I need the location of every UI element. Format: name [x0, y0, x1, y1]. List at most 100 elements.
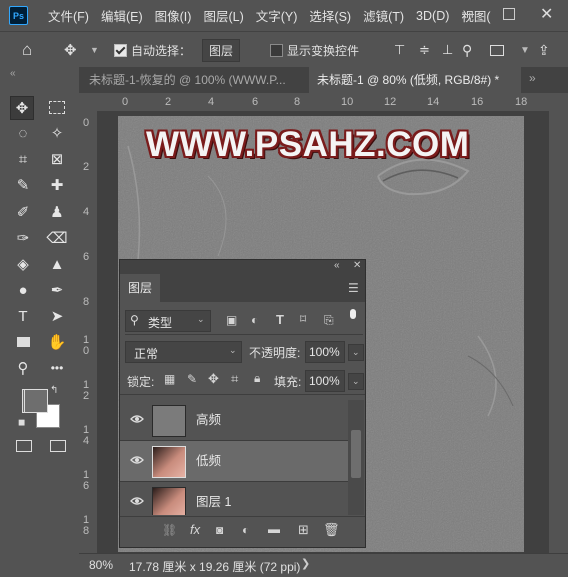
lock-position-icon[interactable]: ✥ [208, 371, 219, 387]
layer-list-scrollbar[interactable] [348, 400, 364, 515]
menu-image[interactable]: 图像(I) [155, 6, 192, 25]
filter-pixel-icon[interactable]: ▣ [226, 313, 237, 327]
frame-tool-icon[interactable]: ⊠ [46, 148, 68, 170]
add-mask-icon[interactable]: ◙ [216, 523, 223, 537]
checkbox-unchecked-icon[interactable] [270, 43, 283, 57]
healing-brush-icon[interactable]: ✚ [46, 174, 68, 196]
dodge-tool-icon[interactable]: ● [12, 279, 34, 301]
tabs-overflow-icon[interactable]: » [529, 71, 536, 85]
blur-tool-icon[interactable]: ▲ [46, 253, 68, 275]
layer-name: 低频 [196, 454, 222, 468]
tab-recovered[interactable]: 未标题-1-恢复的 @ 100% (WWW.P... [81, 67, 309, 93]
close-icon[interactable]: ✕ [540, 4, 553, 24]
screen-mode-icon[interactable] [50, 440, 66, 452]
filter-type-icon[interactable]: T [276, 312, 284, 327]
zoom-tool-icon[interactable]: ⚲ [12, 357, 34, 379]
collapse-panel-icon[interactable]: « [334, 260, 340, 271]
stamp-tool-icon[interactable]: ♟ [46, 201, 68, 223]
filter-toggle-icon[interactable] [350, 309, 356, 319]
lasso-tool-icon[interactable]: ◌ [12, 122, 34, 144]
auto-select-dropdown[interactable]: 图层 [202, 38, 241, 62]
magic-wand-icon[interactable]: ✧ [46, 122, 68, 144]
more-tools-icon[interactable]: ••• [46, 357, 68, 379]
eye-icon[interactable] [130, 455, 144, 465]
status-chevron-icon[interactable]: ❯ [301, 557, 310, 570]
layer-row-low-freq[interactable]: 低频 [120, 441, 348, 482]
lock-all-icon[interactable]: 🔒︎ [254, 371, 260, 386]
eyedropper-icon[interactable]: ✎ [12, 174, 34, 196]
layer-filter-dropdown[interactable]: ⚲ 类型 ⌄ [125, 310, 211, 332]
brush-tool-icon[interactable]: ✐ [12, 201, 34, 223]
marquee-tool-icon[interactable] [46, 96, 68, 118]
blend-mode-dropdown[interactable]: 正常 ⌄ [125, 341, 242, 363]
filter-shape-icon[interactable]: ⌑ [300, 312, 306, 326]
type-tool-icon[interactable]: T [12, 305, 34, 327]
path-select-icon[interactable]: ➤ [46, 305, 68, 327]
search-icon: ⚲ [130, 313, 139, 327]
home-icon[interactable]: ⌂ [22, 32, 32, 68]
opacity-input[interactable]: 100% [305, 341, 345, 363]
search-icon[interactable]: ⚲ [462, 32, 472, 68]
document-size[interactable]: 17.78 厘米 x 19.26 厘米 (72 ppi) [129, 558, 300, 575]
panel-menu-icon[interactable]: ☰ [348, 281, 359, 295]
zoom-level[interactable]: 80% [89, 558, 113, 572]
tab-layers[interactable]: 图层 [120, 274, 160, 302]
workspace-chevron-icon[interactable]: ▼ [520, 32, 530, 68]
align-bottom-icon[interactable]: ⊥ [442, 32, 453, 68]
workspace-icon[interactable] [490, 32, 504, 68]
adjustment-layer-icon[interactable]: ◐ [242, 523, 249, 537]
tab-active-document[interactable]: 未标题-1 @ 80% (低频, RGB/8#) * [309, 67, 521, 93]
auto-select-checkbox[interactable] [114, 32, 127, 68]
ruler-v-label: 1 4 [83, 424, 90, 447]
new-group-icon[interactable]: ▬ [268, 522, 280, 536]
menu-view[interactable]: 视图( [461, 6, 490, 25]
lock-transparent-icon[interactable]: ▦ [164, 372, 175, 386]
swap-colors-icon[interactable]: ↰ [50, 385, 58, 396]
menu-filter[interactable]: 滤镜(T) [363, 6, 404, 25]
fill-chevron-icon[interactable]: ⌄ [348, 373, 364, 390]
fx-icon[interactable]: fx [190, 522, 200, 537]
menu-type[interactable]: 文字(Y) [256, 6, 298, 25]
menu-3d[interactable]: 3D(D) [416, 9, 449, 23]
menu-select[interactable]: 选择(S) [309, 6, 351, 25]
share-icon[interactable]: ⇪ [538, 32, 550, 68]
move-tool-icon[interactable]: ✥ [10, 96, 34, 120]
menu-edit[interactable]: 编辑(E) [101, 6, 143, 25]
panel-header[interactable]: « ✕ [120, 260, 365, 274]
layer-row-high-freq[interactable]: 高频 [120, 400, 348, 441]
filter-adjustment-icon[interactable]: ◐ [251, 313, 258, 327]
paint-bucket-icon[interactable]: ◈ [12, 253, 34, 275]
history-brush-icon[interactable]: ✑ [12, 227, 34, 249]
minimize-icon[interactable] [462, 14, 474, 15]
menu-layer[interactable]: 图层(L) [203, 6, 243, 25]
scrollbar-thumb[interactable] [351, 430, 361, 478]
eraser-tool-icon[interactable]: ⌫ [46, 227, 68, 249]
rectangle-tool-icon[interactable] [12, 331, 34, 353]
align-top-icon[interactable]: ⊤ [394, 32, 405, 68]
show-transform-checkbox[interactable] [270, 32, 283, 68]
collapse-icon[interactable]: « [10, 68, 16, 79]
hand-tool-icon[interactable]: ✋ [46, 331, 68, 353]
opacity-chevron-icon[interactable]: ⌄ [348, 344, 364, 361]
quick-mask-icon[interactable] [16, 440, 32, 452]
close-panel-icon[interactable]: ✕ [353, 260, 361, 271]
default-colors-icon[interactable]: ◼ [18, 417, 25, 428]
new-layer-icon[interactable]: ⊞ [298, 522, 309, 538]
align-vcenter-icon[interactable]: ≑ [419, 32, 430, 68]
move-tool-icon[interactable]: ✥ [64, 32, 77, 68]
crop-tool-icon[interactable]: ⌗ [12, 148, 34, 170]
eye-icon[interactable] [130, 496, 144, 506]
lock-artboard-icon[interactable]: ⌗ [231, 371, 238, 387]
checkbox-checked-icon[interactable] [114, 43, 127, 57]
filter-smart-object-icon[interactable]: ⎘ [324, 313, 334, 328]
fill-input[interactable]: 100% [305, 370, 345, 392]
chevron-down-icon[interactable]: ▼ [90, 32, 99, 68]
pen-tool-icon[interactable]: ✒ [46, 279, 68, 301]
maximize-icon[interactable] [503, 8, 515, 20]
eye-icon[interactable] [130, 414, 144, 424]
menu-file[interactable]: 文件(F) [48, 6, 89, 25]
link-layers-icon[interactable]: ⛓ [162, 523, 177, 537]
layer-row-layer1[interactable]: 图层 1 [120, 482, 348, 515]
delete-layer-icon[interactable]: 🗑︎ [323, 522, 340, 538]
lock-pixels-icon[interactable]: ✎ [187, 372, 197, 386]
